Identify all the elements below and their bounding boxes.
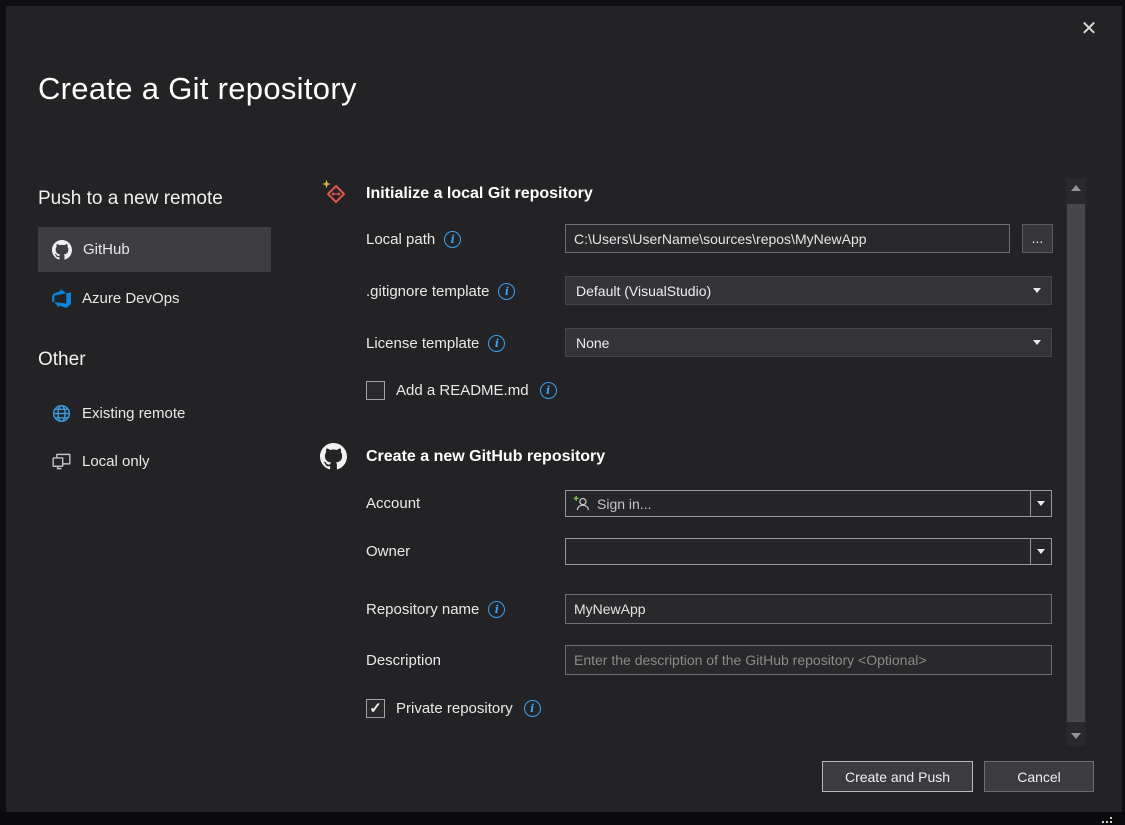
computer-icon — [52, 452, 71, 471]
sidebar-item-existing-remote[interactable]: Existing remote — [38, 391, 271, 435]
cancel-button[interactable]: Cancel — [984, 761, 1094, 792]
local-path-label-row: Local path i — [366, 229, 461, 249]
private-repository-label: Private repository — [396, 700, 513, 717]
github-icon — [52, 240, 72, 260]
description-label: Description — [366, 652, 441, 669]
info-icon[interactable]: i — [540, 382, 557, 399]
browse-label: ... — [1032, 230, 1044, 246]
info-icon[interactable]: i — [488, 335, 505, 352]
owner-combo[interactable] — [565, 538, 1052, 565]
sidebar-item-github[interactable]: GitHub — [38, 227, 271, 272]
sidebar-heading-push-remote: Push to a new remote — [38, 188, 223, 210]
vertical-scrollbar[interactable] — [1066, 178, 1086, 746]
git-repository-icon — [321, 179, 347, 205]
github-icon — [320, 443, 347, 470]
repository-name-label: Repository name — [366, 601, 479, 618]
owner-dropdown-button[interactable] — [1030, 539, 1051, 564]
window-frame-left — [0, 0, 6, 812]
private-repository-checkbox[interactable]: ✓ — [366, 699, 385, 718]
local-path-label: Local path — [366, 231, 435, 248]
sidebar-item-label: Azure DevOps — [82, 290, 180, 307]
description-input[interactable] — [565, 645, 1052, 675]
repository-name-input[interactable] — [565, 594, 1052, 624]
dialog-title: Create a Git repository — [38, 71, 357, 107]
resize-grip[interactable] — [1102, 821, 1104, 823]
info-icon[interactable]: i — [444, 231, 461, 248]
account-label-row: Account — [366, 493, 420, 513]
close-button[interactable]: ✕ — [1076, 16, 1102, 42]
readme-check-row: Add a README.md i — [366, 381, 557, 400]
license-template-value: None — [576, 335, 609, 351]
repository-name-label-row: Repository name i — [366, 599, 505, 619]
cancel-label: Cancel — [1017, 769, 1061, 785]
account-value: Sign in... — [597, 496, 651, 512]
github-section-heading: Create a new GitHub repository — [366, 448, 605, 466]
sidebar-item-label: GitHub — [83, 241, 130, 258]
window-frame-top — [0, 0, 1125, 6]
chevron-up-icon — [1071, 185, 1081, 191]
chevron-down-icon — [1033, 340, 1041, 345]
chevron-down-icon — [1037, 501, 1045, 506]
gitignore-template-dropdown[interactable]: Default (VisualStudio) — [565, 276, 1052, 305]
chevron-down-icon — [1071, 733, 1081, 739]
azure-devops-icon — [52, 289, 71, 308]
globe-icon — [52, 404, 71, 423]
account-label: Account — [366, 495, 420, 512]
license-template-dropdown[interactable]: None — [565, 328, 1052, 357]
local-path-input[interactable] — [565, 224, 1010, 253]
create-and-push-label: Create and Push — [845, 769, 950, 785]
info-icon[interactable]: i — [498, 283, 515, 300]
sidebar-item-local-only[interactable]: Local only — [38, 439, 271, 483]
scroll-down-button[interactable] — [1066, 728, 1086, 744]
gitignore-label: .gitignore template — [366, 283, 489, 300]
license-label: License template — [366, 335, 479, 352]
sidebar-item-label: Local only — [82, 453, 150, 470]
chevron-down-icon — [1037, 549, 1045, 554]
close-icon: ✕ — [1081, 18, 1098, 40]
sidebar-item-label: Existing remote — [82, 405, 185, 422]
private-check-row: ✓ Private repository i — [366, 699, 541, 718]
account-dropdown-button[interactable] — [1030, 491, 1051, 516]
window-frame-bottom — [0, 812, 1125, 825]
check-icon: ✓ — [369, 701, 382, 716]
sidebar-item-azure-devops[interactable]: Azure DevOps — [38, 276, 271, 321]
create-and-push-button[interactable]: Create and Push — [822, 761, 973, 792]
readme-label: Add a README.md — [396, 382, 529, 399]
chevron-down-icon — [1033, 288, 1041, 293]
scrollbar-thumb[interactable] — [1067, 204, 1085, 722]
info-icon[interactable]: i — [488, 601, 505, 618]
init-section-heading: Initialize a local Git repository — [366, 185, 593, 203]
readme-checkbox[interactable] — [366, 381, 385, 400]
owner-label-row: Owner — [366, 541, 410, 561]
owner-label: Owner — [366, 543, 410, 560]
account-combo[interactable]: Sign in... — [565, 490, 1052, 517]
scroll-up-button[interactable] — [1066, 180, 1086, 196]
info-icon[interactable]: i — [524, 700, 541, 717]
sign-in-person-icon — [573, 495, 590, 512]
sidebar-heading-other: Other — [38, 349, 86, 371]
license-label-row: License template i — [366, 333, 505, 353]
gitignore-label-row: .gitignore template i — [366, 281, 515, 301]
browse-button[interactable]: ... — [1022, 224, 1053, 253]
description-label-row: Description — [366, 650, 441, 670]
gitignore-template-value: Default (VisualStudio) — [576, 283, 711, 299]
